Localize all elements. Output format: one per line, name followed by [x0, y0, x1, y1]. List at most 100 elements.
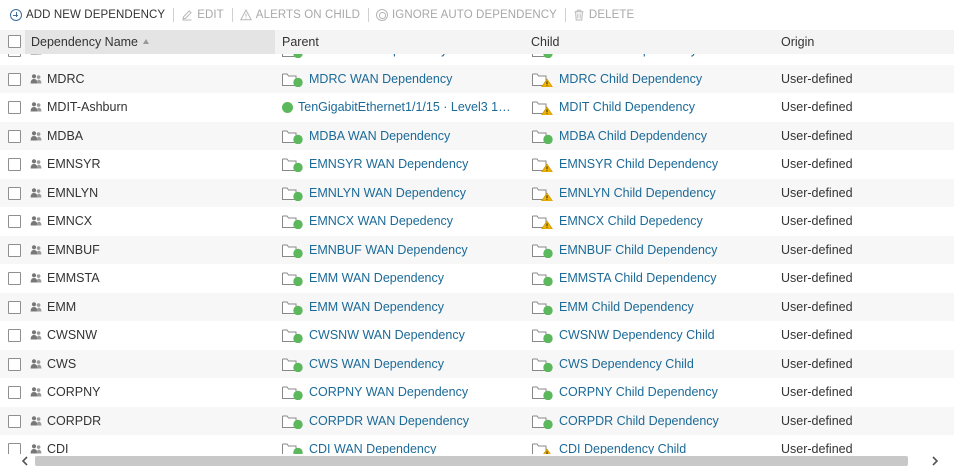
folder-status-up-icon [532, 130, 553, 144]
child-link[interactable]: EMMSTA Child Dependency [559, 264, 716, 293]
table-row[interactable]: MDRC MDRC WAN Dependency MDRC Child Depend… [0, 64, 954, 94]
ignore-auto-dependency-button[interactable]: IGNORE AUTO DEPENDENCY [375, 9, 557, 21]
child-link[interactable]: CDI Dependency Child [559, 435, 686, 454]
row-checkbox[interactable] [8, 72, 21, 86]
table-row[interactable]: EMNCX EMNCX WAN Depedency EMNCX Child Depe… [0, 207, 954, 236]
column-header-dependency-name[interactable]: Dependency Name [25, 30, 275, 54]
child-link[interactable]: EMNCX Child Depedency [559, 207, 703, 236]
parent-link[interactable]: CWSNW WAN Dependency [309, 321, 465, 350]
folder-warning-icon [532, 73, 553, 87]
horizontal-scrollbar[interactable] [0, 454, 954, 468]
table-row[interactable]: EMNSYR EMNSYR WAN Dependency EMNSYR Child … [0, 150, 954, 179]
select-all-checkbox[interactable] [8, 35, 21, 48]
parent-cell: CWSNW WAN Dependency [282, 321, 522, 350]
scrollbar-thumb[interactable] [35, 456, 908, 466]
child-link[interactable]: MDRC Child Dependency [559, 65, 702, 94]
parent-link[interactable]: PDPA WAN Dependency [309, 54, 447, 65]
child-link[interactable]: EMNBUF Child Dependency [559, 236, 717, 265]
parent-link[interactable]: CWS WAN Dependency [309, 350, 444, 379]
group-icon [30, 273, 42, 283]
row-checkbox[interactable] [8, 329, 21, 342]
delete-button[interactable]: DELETE [573, 9, 634, 21]
table-row[interactable]: PDPA PDPA WAN Dependency PDPA Child Depend… [0, 54, 954, 65]
child-link[interactable]: MDIT Child Dependency [559, 93, 695, 122]
dependency-name: CDI [47, 442, 69, 454]
table-row[interactable]: EMNBUF EMNBUF WAN Dependency EMNBUF Child … [0, 235, 954, 265]
parent-link[interactable]: EMNBUF WAN Dependency [309, 236, 468, 265]
column-header-child[interactable]: Child [531, 30, 771, 54]
child-link[interactable]: EMM Child Dependency [559, 293, 694, 322]
child-link[interactable]: MDBA Child Depdendency [559, 122, 707, 151]
table-row[interactable]: CWSNW CWSNW WAN Dependency CWSNW Dependenc… [0, 321, 954, 350]
child-link[interactable]: CWS Dependency Child [559, 350, 694, 379]
add-new-dependency-button[interactable]: ADD NEW DEPENDENCY [10, 9, 165, 21]
row-checkbox[interactable] [8, 54, 21, 57]
row-checkbox[interactable] [8, 414, 21, 428]
row-checkbox[interactable] [8, 129, 21, 143]
parent-link[interactable]: MDBA WAN Dependency [309, 122, 450, 151]
parent-cell: CORPDR WAN Dependency [282, 407, 522, 436]
dependency-name: CORPDR [47, 413, 102, 428]
parent-link[interactable]: EMNSYR WAN Dependency [309, 150, 468, 179]
dependency-name: MDRC [47, 71, 85, 86]
row-checkbox[interactable] [8, 443, 21, 454]
column-header-parent[interactable]: Parent [282, 30, 522, 54]
scroll-right-icon[interactable] [930, 456, 940, 466]
row-checkbox[interactable] [8, 386, 21, 399]
row-checkbox[interactable] [8, 101, 21, 114]
table-row[interactable]: CDI CDI WAN Dependency CDI Dependency Chil… [0, 435, 954, 454]
child-link[interactable]: CWSNW Dependency Child [559, 321, 715, 350]
child-link[interactable]: EMNSYR Child Dependency [559, 150, 718, 179]
row-checkbox[interactable] [8, 243, 21, 257]
parent-link[interactable]: TenGigabitEthernet1/1/15 · Level3 1G… [298, 93, 520, 122]
folder-status-up-icon [532, 301, 553, 315]
column-header-dependency-name-label: Dependency Name [31, 35, 139, 49]
alerts-on-child-button[interactable]: ALERTS ON CHILD [239, 9, 360, 21]
row-checkbox[interactable] [8, 300, 21, 314]
folder-status-up-icon [282, 329, 303, 343]
parent-link[interactable]: EMNCX WAN Depedency [309, 207, 453, 236]
parent-link[interactable]: CORPNY WAN Dependency [309, 378, 468, 407]
parent-link[interactable]: EMNLYN WAN Dependency [309, 179, 466, 208]
table-row[interactable]: EMNLYN EMNLYN WAN Dependency EMNLYN Child … [0, 178, 954, 208]
parent-cell: CDI WAN Dependency [282, 435, 522, 454]
row-checkbox[interactable] [8, 272, 21, 285]
parent-link[interactable]: CDI WAN Dependency [309, 435, 436, 454]
table-row[interactable]: EMMSTA EMM WAN Dependency EMMSTA Child Dep… [0, 264, 954, 293]
folder-status-up-icon [282, 272, 303, 286]
toolbar: ADD NEW DEPENDENCY EDIT ALERTS ON CHILD … [0, 0, 954, 30]
table-row[interactable]: MDIT-Ashburn TenGigabitEthernet1/1/15 · L… [0, 93, 954, 122]
edit-button[interactable]: EDIT [181, 9, 224, 21]
parent-link[interactable]: MDRC WAN Dependency [309, 65, 452, 94]
child-link[interactable]: CORPDR Child Dependency [559, 407, 719, 436]
table-row[interactable]: CORPDR CORPDR WAN Dependency CORPDR Child … [0, 406, 954, 436]
parent-link[interactable]: EMM WAN Dependency [309, 264, 444, 293]
child-link[interactable]: CORPNY Child Dependency [559, 378, 718, 407]
parent-cell: CWS WAN Dependency [282, 350, 522, 379]
origin-value: User-defined [781, 242, 853, 257]
origin-value: User-defined [781, 442, 853, 454]
child-cell: CORPNY Child Dependency [532, 378, 772, 407]
row-checkbox[interactable] [8, 357, 21, 371]
scroll-left-icon[interactable] [20, 456, 30, 466]
table-row[interactable]: MDBA MDBA WAN Dependency MDBA Child Depden… [0, 121, 954, 151]
table-row[interactable]: CWS CWS WAN Dependency CWS Dependency Chil… [0, 349, 954, 379]
table-row[interactable]: EMM EMM WAN Dependency EMM Child Dependenc… [0, 292, 954, 322]
table-row[interactable]: CORPNY CORPNY WAN Dependency CORPNY Child … [0, 378, 954, 407]
folder-status-up-icon [282, 358, 303, 372]
parent-cell: EMNSYR WAN Dependency [282, 150, 522, 179]
origin-value: User-defined [781, 299, 853, 314]
child-link[interactable]: PDPA Child Dependency [559, 54, 697, 65]
child-link[interactable]: EMNLYN Child Dependency [559, 179, 716, 208]
origin-value: User-defined [781, 385, 853, 399]
row-checkbox[interactable] [8, 215, 21, 228]
dependency-name: CWSNW [47, 328, 97, 342]
child-cell: EMNCX Child Depedency [532, 207, 772, 236]
row-checkbox[interactable] [8, 186, 21, 200]
row-checkbox[interactable] [8, 158, 21, 171]
parent-link[interactable]: CORPDR WAN Dependency [309, 407, 469, 436]
parent-link[interactable]: EMM WAN Dependency [309, 293, 444, 322]
folder-status-up-icon [532, 358, 553, 372]
column-header-origin[interactable]: Origin [781, 30, 951, 54]
edit-label: EDIT [197, 9, 224, 21]
